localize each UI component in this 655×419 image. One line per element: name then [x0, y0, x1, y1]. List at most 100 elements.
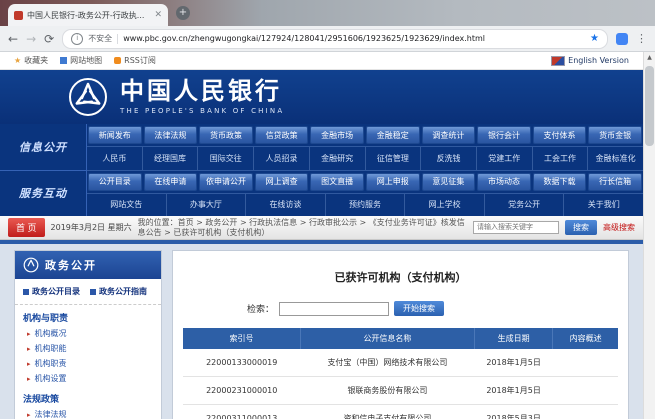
browser-tab[interactable]: 中国人民银行-政务公开-行政执... ✕ — [8, 4, 168, 26]
nav-link[interactable]: 金融市场 — [310, 126, 364, 144]
menu-icon[interactable]: ⋮ — [636, 32, 647, 45]
nav-link[interactable]: 依申请公开 — [199, 173, 253, 191]
nav-link[interactable]: 新闻发布 — [88, 126, 142, 144]
nav-link[interactable]: 支付体系 — [533, 126, 587, 144]
nav-link[interactable]: 党建工作 — [477, 147, 533, 169]
index-number-cell: 22000311000013 — [183, 405, 300, 419]
nav-link[interactable]: 人员招录 — [254, 147, 310, 169]
nav-link[interactable]: 图文直播 — [310, 173, 364, 191]
sidebar-section-title: 机构与职责 — [15, 305, 161, 326]
nav-link[interactable]: 网站文告 — [87, 194, 167, 216]
flag-icon — [551, 56, 565, 66]
new-tab-button[interactable]: + — [176, 6, 190, 20]
nav-link[interactable]: 金融标准化 — [588, 147, 643, 169]
nav-link[interactable]: 市场动态 — [477, 173, 531, 191]
sidebar-item[interactable]: ▸ 法律法规 — [15, 407, 161, 419]
arrow-bullet-icon: ▸ — [27, 360, 31, 368]
rss-link[interactable]: RSS订阅 — [114, 55, 156, 66]
search-label: 检索： — [247, 302, 274, 315]
nav-link[interactable]: 法律法规 — [144, 126, 198, 144]
page-viewport: ★ 收藏夹 网站地图 RSS订阅 English Version — [0, 52, 643, 419]
advanced-search-link[interactable]: 高级搜索 — [603, 222, 635, 233]
sidebar-section-title: 法规政策 — [15, 386, 161, 407]
nav-link[interactable]: 货币金银 — [588, 126, 642, 144]
nav-link[interactable]: 网上学校 — [405, 194, 485, 216]
record-search-input[interactable] — [279, 302, 389, 316]
extension-icon[interactable] — [616, 33, 628, 45]
info-icon[interactable]: i — [71, 33, 83, 45]
nav-link[interactable]: 货币政策 — [199, 126, 253, 144]
sidebar-item-label: 机构职能 — [35, 343, 67, 354]
tab-strip: 中国人民银行-政务公开-行政执... ✕ + — [0, 0, 655, 26]
sidebar-item[interactable]: ▸ 机构职责 — [15, 356, 161, 371]
page-scrollbar[interactable]: ▲ — [643, 52, 655, 419]
disclosure-guide-link[interactable]: 政务公开指南 — [90, 286, 147, 297]
security-label: 不安全 — [88, 33, 112, 44]
nav-link[interactable]: 公开目录 — [88, 173, 142, 191]
breadcrumb[interactable]: 我的位置：首页 > 政务公开 > 行政执法信息 > 行政审批公示 > 《支付业务… — [138, 218, 467, 238]
sitemap-link[interactable]: 网站地图 — [60, 55, 102, 66]
nav-link[interactable]: 调查统计 — [422, 126, 476, 144]
sidebar: 政务公开 政务公开目录 政务公开指南 机构与职责 ▸ 机构概况 — [14, 250, 162, 419]
english-version-link[interactable]: English Version — [551, 56, 629, 66]
nav-row-3: 公开目录 在线申请 依申请公开 网上调查 图文直播 网上申报 意见征集 市场动态… — [87, 171, 643, 194]
nav-link[interactable]: 金融稳定 — [366, 126, 420, 144]
date-cell: 2018年1月5日 — [474, 377, 552, 405]
nav-link[interactable]: 网上申报 — [366, 173, 420, 191]
nav-link[interactable]: 人民币 — [87, 147, 143, 169]
nav-group-info-disclosure[interactable]: 信息公开 — [0, 124, 86, 171]
back-icon[interactable]: ← — [8, 33, 18, 45]
close-tab-icon[interactable]: ✕ — [154, 10, 162, 20]
info-name-cell[interactable]: 资和信电子支付有限公司 — [300, 405, 474, 419]
nav-link[interactable]: 征信管理 — [366, 147, 422, 169]
page-title: 已获许可机构（支付机构） — [183, 269, 618, 285]
table-row: 22000231000010 银联商务股份有限公司 2018年1月5日 — [183, 377, 618, 405]
favorites-link[interactable]: ★ 收藏夹 — [14, 55, 48, 66]
site-search-button[interactable]: 搜索 — [565, 220, 597, 235]
date-cell: 2018年1月5日 — [474, 349, 552, 377]
nav-link[interactable]: 意见征集 — [422, 173, 476, 191]
refresh-icon[interactable]: ⟳ — [44, 33, 54, 45]
site-title: 中国人民银行 — [120, 79, 284, 103]
nav-links-grid: 新闻发布 法律法规 货币政策 信贷政策 金融市场 金融稳定 调查统计 银行会计 … — [87, 124, 643, 216]
disclosure-guide-label: 政务公开指南 — [99, 286, 147, 297]
sidebar-item[interactable]: ▸ 机构概况 — [15, 326, 161, 341]
sidebar-item[interactable]: ▸ 机构职能 — [15, 341, 161, 356]
nav-link[interactable]: 反洗钱 — [421, 147, 477, 169]
nav-link[interactable]: 办事大厅 — [167, 194, 247, 216]
nav-link[interactable]: 国际交往 — [198, 147, 254, 169]
forward-icon[interactable]: → — [26, 33, 36, 45]
nav-link[interactable]: 信贷政策 — [255, 126, 309, 144]
nav-link[interactable]: 工会工作 — [533, 147, 589, 169]
start-search-button[interactable]: 开始搜索 — [394, 301, 444, 316]
nav-link[interactable]: 党务公开 — [485, 194, 565, 216]
nav-link[interactable]: 数据下载 — [533, 173, 587, 191]
browser-window: 中国人民银行-政务公开-行政执... ✕ + ← → ⟳ i 不安全 www.p… — [0, 0, 655, 419]
bookmark-star-icon[interactable]: ★ — [590, 33, 599, 44]
nav-link[interactable]: 金融研究 — [310, 147, 366, 169]
sidebar-item[interactable]: ▸ 机构设置 — [15, 371, 161, 386]
sidebar-item-label: 法律法规 — [35, 409, 67, 419]
scroll-up-arrow[interactable]: ▲ — [644, 52, 655, 64]
nav-link[interactable]: 在线访谈 — [246, 194, 326, 216]
nav-link[interactable]: 经理国库 — [143, 147, 199, 169]
nav-link[interactable]: 网上调查 — [255, 173, 309, 191]
nav-group-service-interaction[interactable]: 服务互动 — [0, 171, 86, 217]
nav-link[interactable]: 银行会计 — [477, 126, 531, 144]
scrollbar-thumb[interactable] — [645, 66, 654, 146]
nav-link[interactable]: 关于我们 — [564, 194, 643, 216]
arrow-bullet-icon: ▸ — [27, 375, 31, 383]
home-button[interactable]: 首 页 — [8, 218, 45, 237]
disclosure-directory-link[interactable]: 政务公开目录 — [23, 286, 80, 297]
site-subtitle: THE PEOPLE'S BANK OF CHINA — [120, 107, 284, 115]
rss-icon — [114, 57, 121, 64]
info-name-cell[interactable]: 银联商务股份有限公司 — [300, 377, 474, 405]
site-search-input[interactable] — [473, 221, 559, 234]
nav-link[interactable]: 在线申请 — [144, 173, 198, 191]
address-bar[interactable]: i 不安全 www.pbc.gov.cn/zhengwugongkai/1279… — [62, 29, 608, 49]
summary-cell — [553, 405, 618, 419]
table-row: 22000133000019 支付宝（中国）网络技术有限公司 2018年1月5日 — [183, 349, 618, 377]
info-name-cell[interactable]: 支付宝（中国）网络技术有限公司 — [300, 349, 474, 377]
nav-link[interactable]: 预约服务 — [326, 194, 406, 216]
nav-link[interactable]: 行长信箱 — [588, 173, 642, 191]
